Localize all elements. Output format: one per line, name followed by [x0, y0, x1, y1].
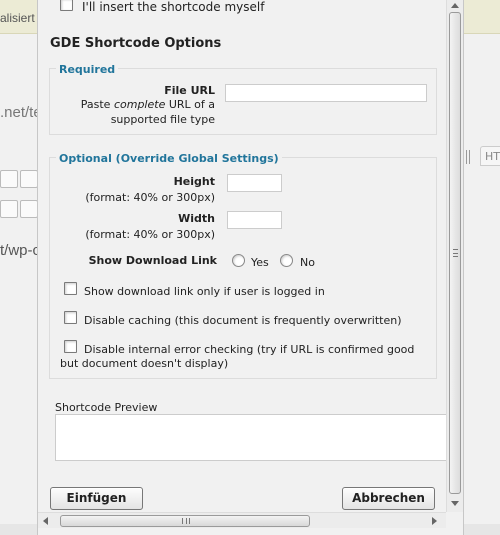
height-input[interactable] — [227, 174, 282, 192]
optional-legend: Optional (Override Global Settings) — [56, 152, 282, 165]
insert-self-label: I'll insert the shortcode myself — [82, 0, 265, 14]
shortcode-preview-box[interactable] — [55, 414, 446, 461]
horizontal-scroll-thumb[interactable] — [60, 515, 310, 527]
path-fragment: t/wp-c — [0, 242, 41, 259]
horizontal-scrollbar[interactable] — [38, 512, 446, 528]
preview-label: Shortcode Preview — [55, 401, 158, 414]
no-label: No — [300, 256, 315, 269]
insert-button[interactable]: Einfügen — [50, 487, 143, 510]
insert-self-checkbox[interactable] — [60, 0, 73, 11]
required-legend: Required — [56, 63, 119, 76]
width-label: Width — [178, 212, 215, 225]
editor-toolbar — [0, 170, 40, 225]
disable-error-label: Disable internal error checking (try if … — [84, 343, 415, 356]
dialog-title: GDE Shortcode Options — [50, 36, 222, 51]
toolbar-separator — [466, 150, 470, 164]
scroll-right-arrow-icon[interactable] — [432, 517, 437, 525]
tab-html[interactable]: HT — [480, 146, 500, 166]
height-label: Height — [173, 175, 215, 188]
align-center-icon[interactable] — [20, 170, 38, 188]
logged-in-label: Show download link only if user is logge… — [84, 285, 325, 298]
disable-error-label-cont: but document doesn't display) — [60, 357, 229, 370]
file-url-help: Paste complete URL of a supported file t… — [68, 97, 215, 127]
disable-caching-label: Disable caching (this document is freque… — [84, 314, 402, 327]
yes-label: Yes — [251, 256, 269, 269]
file-url-input[interactable] — [225, 84, 427, 102]
scroll-left-arrow-icon[interactable] — [43, 517, 48, 525]
download-yes-radio[interactable] — [232, 254, 245, 267]
dialog-content: I'll insert the shortcode myself GDE Sho… — [38, 0, 446, 512]
grip-icon — [453, 249, 458, 257]
paste-word-icon[interactable] — [20, 200, 38, 218]
disable-caching-checkbox[interactable] — [64, 311, 77, 324]
help-text: Paste — [80, 98, 114, 111]
grip-icon — [182, 518, 190, 524]
logged-in-checkbox[interactable] — [64, 282, 77, 295]
notice-text: alisiert — [0, 11, 35, 25]
scroll-up-arrow-icon[interactable] — [451, 3, 459, 8]
disable-error-checkbox[interactable] — [64, 340, 77, 353]
height-help: (format: 40% or 300px) — [85, 191, 215, 204]
vertical-scroll-thumb[interactable] — [449, 12, 461, 494]
help-emphasis: complete — [113, 98, 166, 111]
file-url-label: File URL — [164, 84, 215, 97]
vertical-scrollbar[interactable] — [446, 0, 463, 512]
show-download-label: Show Download Link — [88, 254, 217, 267]
gde-shortcode-dialog: I'll insert the shortcode myself GDE Sho… — [37, 0, 464, 535]
align-left-icon[interactable] — [0, 170, 18, 188]
help-text: supported file type — [110, 113, 215, 126]
help-text: URL of a — [165, 98, 215, 111]
scroll-down-arrow-icon[interactable] — [451, 501, 459, 506]
width-help: (format: 40% or 300px) — [85, 228, 215, 241]
cancel-button[interactable]: Abbrechen — [342, 487, 435, 510]
permalink-fragment: .net/te — [0, 104, 42, 121]
paste-icon[interactable] — [0, 200, 18, 218]
width-input[interactable] — [227, 211, 282, 229]
download-no-radio[interactable] — [280, 254, 293, 267]
